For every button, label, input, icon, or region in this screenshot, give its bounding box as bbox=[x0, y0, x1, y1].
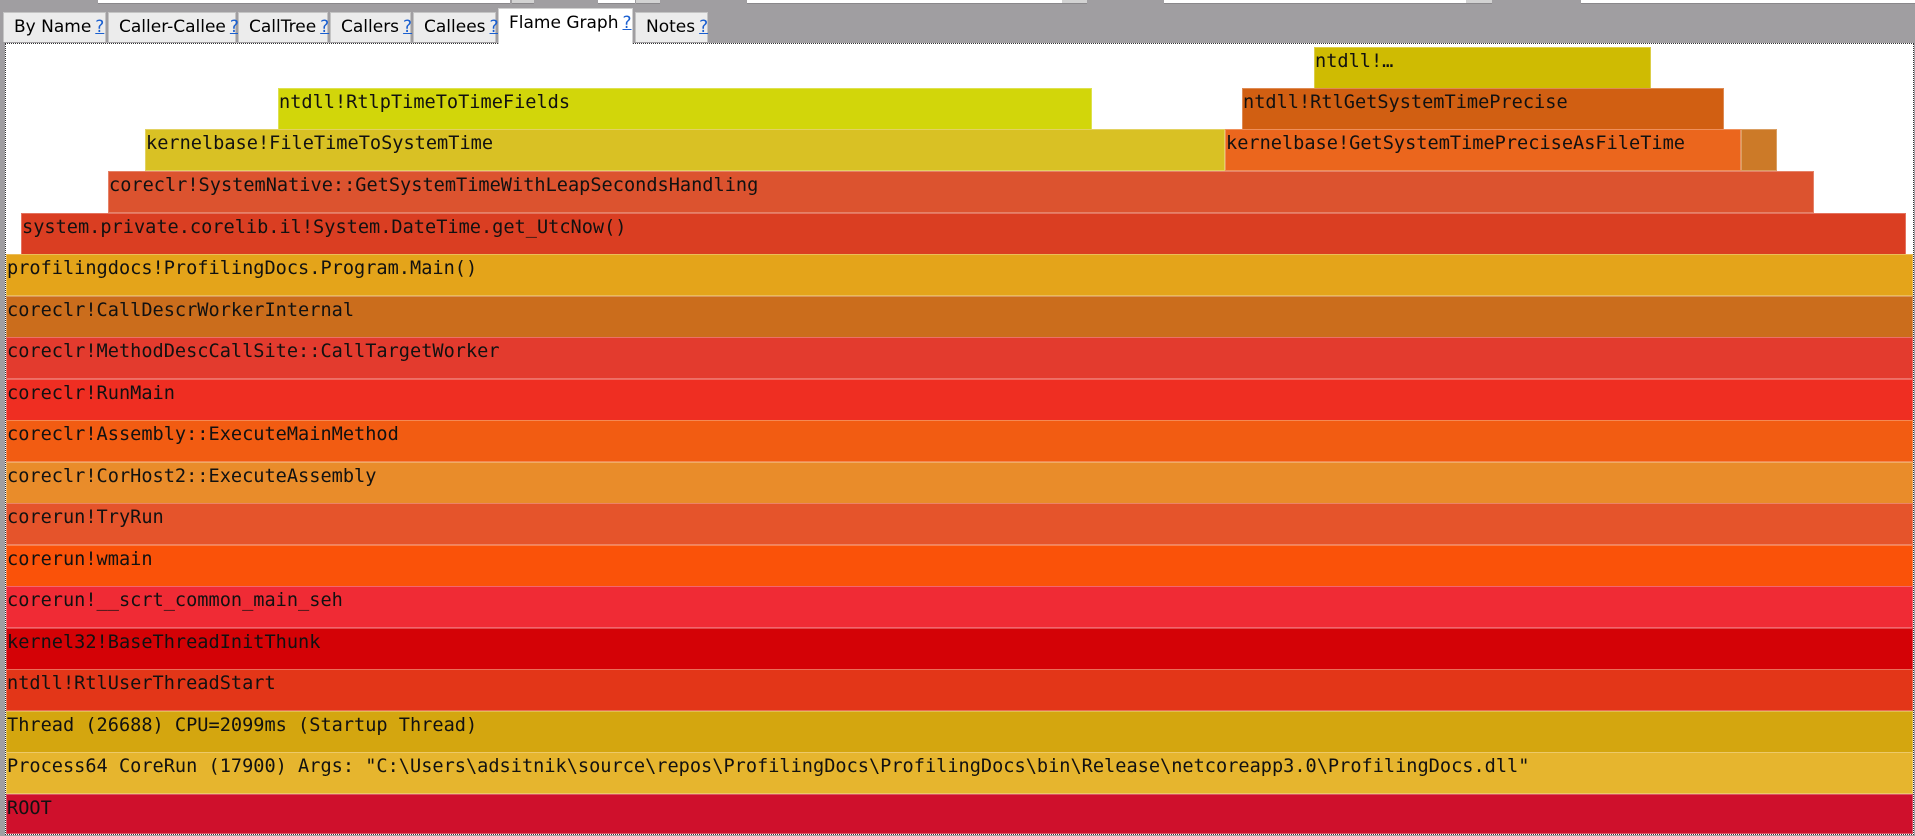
frame-label: ntdll!RtlGetSystemTimePrecise bbox=[1243, 92, 1568, 113]
flame-frame[interactable]: coreclr!SystemNative::GetSystemTimeWithL… bbox=[108, 171, 1814, 213]
flame-frame[interactable]: ROOT bbox=[6, 794, 1913, 834]
flame-frame[interactable]: ntdll!… bbox=[1314, 47, 1651, 89]
flame-frame[interactable]: Thread (26688) CPU=2099ms (Startup Threa… bbox=[6, 711, 1913, 753]
tab-by-name[interactable]: By Name? bbox=[3, 12, 106, 42]
flame-frame[interactable]: ntdll!RtlUserThreadStart bbox=[6, 669, 1913, 711]
frame-label: coreclr!CorHost2::ExecuteAssembly bbox=[7, 466, 377, 487]
frame-label: coreclr!Assembly::ExecuteMainMethod bbox=[7, 424, 399, 445]
frame-label: kernelbase!FileTimeToSystemTime bbox=[146, 133, 494, 154]
tab-flame-graph[interactable]: Flame Graph? bbox=[498, 8, 633, 44]
flame-graph-canvas: ntdll!… ntdll!RtlpTimeToTimeFields ntdll… bbox=[5, 43, 1914, 835]
tab-notes[interactable]: Notes? bbox=[635, 12, 708, 42]
flame-frame[interactable]: kernelbase!FileTimeToSystemTime bbox=[145, 129, 1225, 171]
flame-frame[interactable]: coreclr!CorHost2::ExecuteAssembly bbox=[6, 462, 1913, 504]
tab-label: Callees bbox=[424, 17, 486, 37]
frame-label: ntdll!RtlpTimeToTimeFields bbox=[279, 92, 571, 113]
help-link[interactable]: ? bbox=[699, 17, 708, 37]
flame-frame[interactable]: coreclr!MethodDescCallSite::CallTargetWo… bbox=[6, 337, 1913, 379]
frame-label: coreclr!CallDescrWorkerInternal bbox=[7, 300, 355, 321]
flame-frame[interactable] bbox=[1741, 129, 1777, 171]
tab-label: Callers bbox=[341, 17, 400, 37]
flame-frame[interactable]: ntdll!RtlpTimeToTimeFields bbox=[278, 88, 1092, 130]
flame-frame[interactable]: corerun!__scrt_common_main_seh bbox=[6, 586, 1913, 628]
tab-callers[interactable]: Callers? bbox=[330, 12, 412, 42]
tab-bar: By Name? Caller-Callee? CallTree? Caller… bbox=[0, 0, 1915, 44]
frame-label: ntdll!RtlUserThreadStart bbox=[7, 673, 276, 694]
tab-label: Caller-Callee bbox=[119, 17, 226, 37]
tab-callees[interactable]: Callees? bbox=[413, 12, 499, 42]
frame-label: ROOT bbox=[7, 798, 52, 819]
flame-frame[interactable]: system.private.corelib.il!System.DateTim… bbox=[21, 213, 1906, 255]
flame-frame[interactable]: ntdll!RtlGetSystemTimePrecise bbox=[1242, 88, 1724, 130]
frame-label: corerun!wmain bbox=[7, 549, 153, 570]
tab-label: Flame Graph bbox=[509, 13, 619, 33]
help-link[interactable]: ? bbox=[403, 17, 412, 37]
frame-label: kernelbase!GetSystemTimePreciseAsFileTim… bbox=[1226, 133, 1685, 154]
flame-frame[interactable]: coreclr!RunMain bbox=[6, 379, 1913, 421]
frame-label: coreclr!MethodDescCallSite::CallTargetWo… bbox=[7, 341, 500, 362]
tab-calltree[interactable]: CallTree? bbox=[238, 12, 329, 42]
frame-label: Process64 CoreRun (17900) Args: "C:\User… bbox=[7, 756, 1530, 777]
frame-label: corerun!TryRun bbox=[7, 507, 164, 528]
frame-label: system.private.corelib.il!System.DateTim… bbox=[22, 217, 627, 238]
frame-label: ntdll!… bbox=[1315, 51, 1394, 72]
frame-label: coreclr!SystemNative::GetSystemTimeWithL… bbox=[109, 175, 759, 196]
help-link[interactable]: ? bbox=[95, 17, 104, 37]
tab-label: CallTree bbox=[249, 17, 317, 37]
frame-label: kernel32!BaseThreadInitThunk bbox=[7, 632, 321, 653]
frame-label: corerun!__scrt_common_main_seh bbox=[7, 590, 343, 611]
frame-label: coreclr!RunMain bbox=[7, 383, 175, 404]
flame-frame[interactable]: coreclr!Assembly::ExecuteMainMethod bbox=[6, 420, 1913, 462]
tab-label: Notes bbox=[646, 17, 696, 37]
flame-frame[interactable]: corerun!wmain bbox=[6, 545, 1913, 587]
flame-frame[interactable]: kernelbase!GetSystemTimePreciseAsFileTim… bbox=[1225, 129, 1741, 171]
tab-label: By Name bbox=[14, 17, 92, 37]
help-link[interactable]: ? bbox=[320, 17, 329, 37]
tab-caller-callee[interactable]: Caller-Callee? bbox=[108, 12, 239, 42]
flame-frame[interactable]: profilingdocs!ProfilingDocs.Program.Main… bbox=[6, 254, 1913, 296]
help-link[interactable]: ? bbox=[623, 13, 632, 33]
flame-frame[interactable]: coreclr!CallDescrWorkerInternal bbox=[6, 296, 1913, 338]
frame-label: profilingdocs!ProfilingDocs.Program.Main… bbox=[7, 258, 478, 279]
flame-frame[interactable]: corerun!TryRun bbox=[6, 503, 1913, 545]
flame-frame[interactable]: Process64 CoreRun (17900) Args: "C:\User… bbox=[6, 752, 1913, 794]
frame-label: Thread (26688) CPU=2099ms (Startup Threa… bbox=[7, 715, 478, 736]
flame-frame[interactable]: kernel32!BaseThreadInitThunk bbox=[6, 628, 1913, 670]
